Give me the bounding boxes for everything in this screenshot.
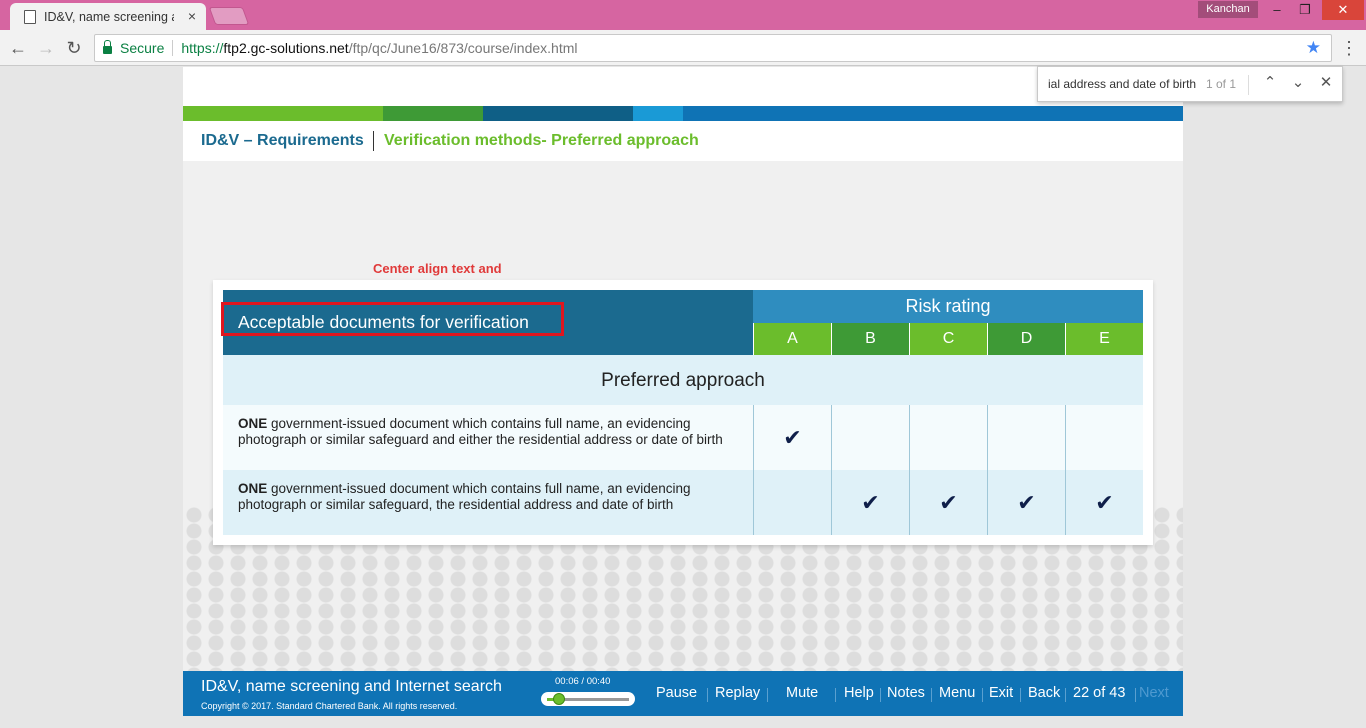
course-title: ID&V, name screening and Internet search [201, 678, 502, 695]
secure-label: Secure [120, 40, 165, 56]
table-row: ONE government-issued document which con… [223, 470, 1143, 535]
table-header-documents: Acceptable documents for verification [221, 290, 753, 355]
slider-knob[interactable] [553, 693, 566, 705]
color-stripe-5 [683, 106, 1183, 121]
divider [931, 688, 932, 702]
window-close-icon[interactable]: ✕ [1322, 0, 1364, 20]
review-highlight-box [221, 302, 564, 336]
breadcrumb-topic: Verification methods- Preferred approach [384, 132, 699, 149]
divider [767, 688, 768, 702]
back-arrow-icon[interactable]: ← [6, 36, 30, 60]
checkmark-icon: ✔ [939, 490, 958, 515]
browser-tab[interactable]: ID&V, name screening ar × [10, 3, 206, 30]
risk-grade-c: C [909, 323, 987, 355]
risk-grade-d: D [987, 323, 1065, 355]
checkmark-icon: ✔ [1095, 490, 1114, 515]
risk-cell-a: ✔ [753, 405, 831, 470]
documents-table-card: Acceptable documents for verification Ri… [213, 280, 1153, 545]
color-stripe-1 [183, 106, 383, 121]
row-emphasis: ONE [238, 481, 268, 496]
risk-grade-e: E [1065, 323, 1143, 355]
playback-slider[interactable] [541, 692, 635, 706]
find-next-icon[interactable]: ⌄ [1288, 73, 1308, 91]
row-text: government-issued document which contain… [238, 416, 723, 447]
reload-icon[interactable]: ↻ [62, 36, 86, 60]
risk-grade-a: A [753, 323, 831, 355]
divider [707, 688, 708, 702]
row-emphasis: ONE [238, 416, 268, 431]
find-bar: ial address and date of birth 1 of 1 ⌃ ⌄… [1037, 66, 1343, 102]
risk-cell-c [909, 405, 987, 470]
help-button[interactable]: Help [844, 685, 874, 701]
risk-cell-d [987, 405, 1065, 470]
tab-title: ID&V, name screening ar [44, 9, 174, 24]
risk-rating-header: Risk rating [753, 290, 1143, 323]
row-description: ONE government-issued document which con… [238, 416, 728, 448]
color-stripe-4 [633, 106, 683, 121]
checkmark-icon: ✔ [861, 490, 880, 515]
playback-time: 00:06 / 00:40 [555, 676, 611, 687]
mute-button[interactable]: Mute [786, 685, 818, 701]
new-tab-button[interactable] [208, 7, 250, 25]
risk-cell-e [1065, 405, 1143, 470]
breadcrumb-divider [373, 131, 374, 151]
risk-grade-b: B [831, 323, 909, 355]
menu-button[interactable]: Menu [939, 685, 975, 701]
find-close-icon[interactable]: ✕ [1316, 73, 1336, 91]
profile-badge[interactable]: Kanchan [1198, 1, 1258, 18]
find-match-count: 1 of 1 [1206, 77, 1237, 91]
divider [1065, 688, 1066, 702]
page-icon [24, 9, 36, 24]
course-footer: ID&V, name screening and Internet search… [183, 671, 1183, 716]
course-page: ID&V – Requirements Verification methods… [183, 67, 1183, 716]
breadcrumb-section: ID&V – Requirements [201, 132, 364, 149]
divider [982, 688, 983, 702]
checkmark-icon: ✔ [1017, 490, 1036, 515]
color-stripe-2 [383, 106, 483, 121]
risk-cell-a [753, 470, 831, 535]
preferred-approach-heading: Preferred approach [223, 355, 1143, 405]
forward-arrow-icon[interactable]: → [34, 36, 58, 60]
row-description: ONE government-issued document which con… [238, 481, 728, 513]
checkmark-icon: ✔ [783, 425, 802, 450]
url-path: /ftp/qc/June16/873/course/index.html [348, 40, 578, 56]
back-button[interactable]: Back [1028, 685, 1060, 701]
color-stripe-3 [483, 106, 633, 121]
pause-button[interactable]: Pause [656, 685, 697, 701]
divider [835, 688, 836, 702]
risk-cell-c: ✔ [909, 470, 987, 535]
copyright: Copyright © 2017. Standard Chartered Ban… [201, 701, 458, 711]
divider [172, 40, 174, 56]
risk-cell-d: ✔ [987, 470, 1065, 535]
address-bar[interactable]: Secure https:// ftp2.gc-solutions.net /f… [94, 34, 1332, 62]
risk-cell-e: ✔ [1065, 470, 1143, 535]
top-banner [183, 67, 1183, 106]
chrome-menu-icon[interactable]: ⋮ [1340, 36, 1358, 60]
minimize-icon[interactable]: – [1262, 0, 1292, 20]
browser-titlebar: ID&V, name screening ar × Kanchan – ❐ ✕ [0, 0, 1366, 30]
divider [1248, 75, 1249, 95]
find-previous-icon[interactable]: ⌃ [1260, 73, 1280, 91]
divider [1020, 688, 1021, 702]
url-domain: ftp2.gc-solutions.net [223, 40, 349, 56]
table-row: ONE government-issued document which con… [223, 405, 1143, 470]
close-tab-icon[interactable]: × [188, 8, 196, 24]
next-button[interactable]: Next [1139, 685, 1169, 701]
divider [880, 688, 881, 702]
row-text: government-issued document which contain… [238, 481, 691, 512]
notes-button[interactable]: Notes [887, 685, 925, 701]
exit-button[interactable]: Exit [989, 685, 1013, 701]
find-input[interactable]: ial address and date of birth [1048, 77, 1196, 91]
breadcrumb: ID&V – Requirements Verification methods… [183, 121, 1183, 161]
restore-icon[interactable]: ❐ [1290, 0, 1320, 20]
browser-toolbar: ← → ↻ Secure https:// ftp2.gc-solutions.… [0, 30, 1366, 66]
page-counter: 22 of 43 [1073, 685, 1126, 701]
url-scheme: https:// [181, 40, 224, 56]
risk-cell-b [831, 405, 909, 470]
replay-button[interactable]: Replay [715, 685, 760, 701]
lock-icon [103, 40, 112, 54]
bookmark-star-icon[interactable]: ★ [1306, 38, 1321, 58]
risk-cell-b: ✔ [831, 470, 909, 535]
divider [1135, 688, 1136, 702]
